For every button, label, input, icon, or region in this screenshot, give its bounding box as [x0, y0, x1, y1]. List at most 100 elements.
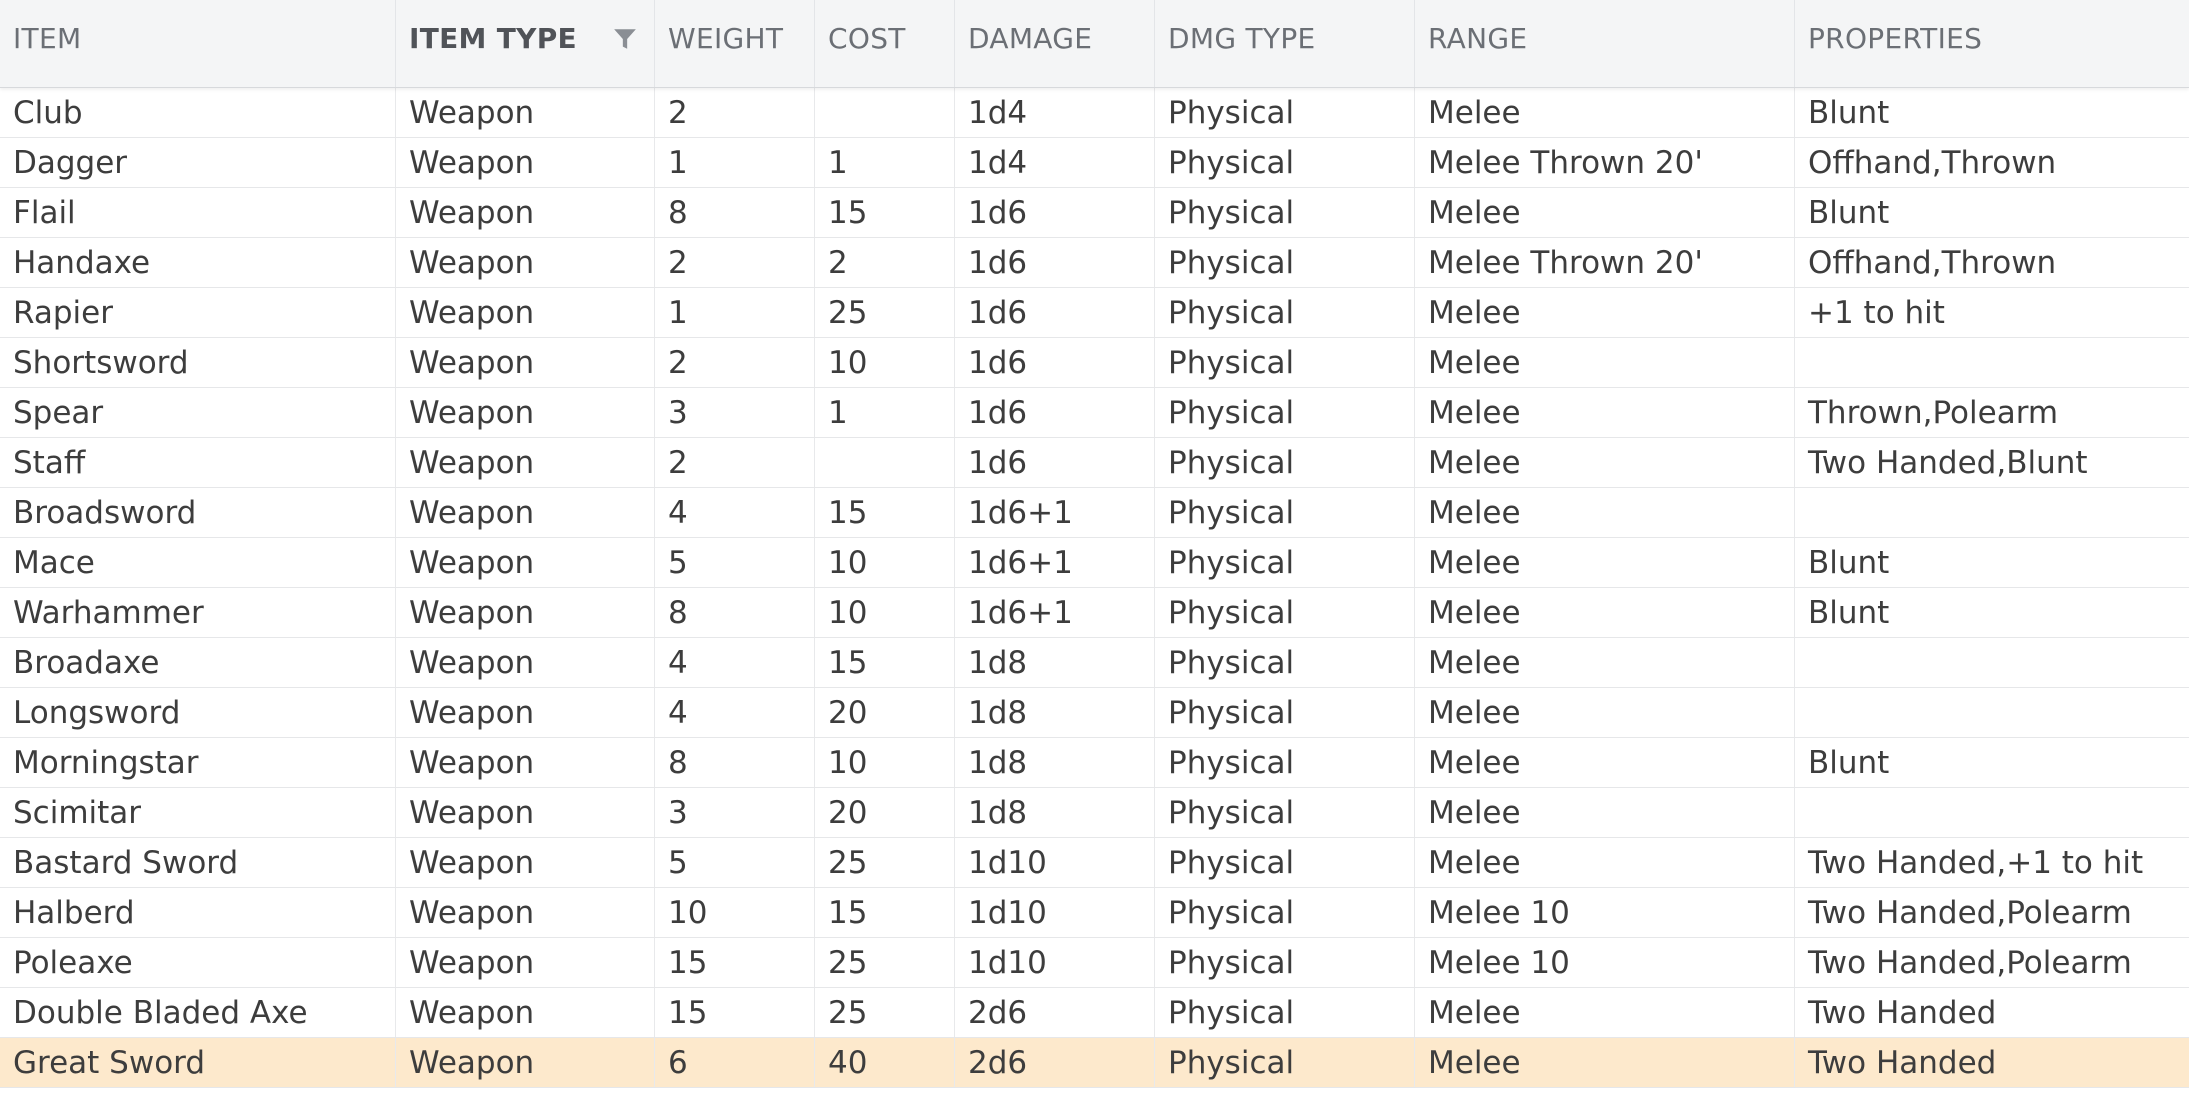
- cell-item[interactable]: Scimitar: [0, 788, 396, 837]
- cell-dmg-type[interactable]: Physical: [1155, 688, 1415, 737]
- cell-item-type[interactable]: Weapon: [396, 238, 655, 287]
- cell-weight[interactable]: 10: [655, 888, 815, 937]
- cell-damage[interactable]: 1d10: [955, 838, 1155, 887]
- cell-damage[interactable]: 1d6: [955, 438, 1155, 487]
- cell-item-type[interactable]: Weapon: [396, 638, 655, 687]
- cell-item[interactable]: Poleaxe: [0, 938, 396, 987]
- cell-dmg-type[interactable]: Physical: [1155, 188, 1415, 237]
- cell-item-type[interactable]: Weapon: [396, 138, 655, 187]
- cell-range[interactable]: Melee: [1415, 588, 1795, 637]
- cell-dmg-type[interactable]: Physical: [1155, 488, 1415, 537]
- cell-range[interactable]: Melee: [1415, 788, 1795, 837]
- cell-item[interactable]: Flail: [0, 188, 396, 237]
- table-row[interactable]: Spear Weapon 3 1 1d6 Physical Melee Thrown,Pole…: [0, 388, 2189, 438]
- table-row[interactable]: Scimitar Weapon 3 20 1d8 Physical Melee: [0, 788, 2189, 838]
- cell-range[interactable]: Melee: [1415, 88, 1795, 137]
- cell-range[interactable]: Melee: [1415, 538, 1795, 587]
- cell-damage[interactable]: 1d6: [955, 338, 1155, 387]
- cell-item-type[interactable]: Weapon: [396, 788, 655, 837]
- cell-weight[interactable]: 5: [655, 838, 815, 887]
- cell-item[interactable]: Broadaxe: [0, 638, 396, 687]
- cell-dmg-type[interactable]: Physical: [1155, 88, 1415, 137]
- column-header-properties[interactable]: PROPERTIES: [1795, 0, 2189, 87]
- cell-properties[interactable]: Offhand,Thrown: [1795, 238, 2189, 287]
- cell-item-type[interactable]: Weapon: [396, 838, 655, 887]
- table-row[interactable]: Club Weapon 2 1d4 Physical Melee Blunt: [0, 88, 2189, 138]
- cell-properties[interactable]: [1795, 688, 2189, 737]
- column-header-dmg-type[interactable]: DMG TYPE: [1155, 0, 1415, 87]
- cell-dmg-type[interactable]: Physical: [1155, 738, 1415, 787]
- cell-dmg-type[interactable]: Physical: [1155, 338, 1415, 387]
- cell-properties[interactable]: Two Handed,Polearm: [1795, 938, 2189, 987]
- cell-damage[interactable]: 2d6: [955, 1038, 1155, 1087]
- cell-properties[interactable]: Blunt: [1795, 588, 2189, 637]
- column-header-damage[interactable]: DAMAGE: [955, 0, 1155, 87]
- cell-item[interactable]: Handaxe: [0, 238, 396, 287]
- cell-weight[interactable]: 4: [655, 688, 815, 737]
- cell-cost[interactable]: 15: [815, 188, 955, 237]
- cell-properties[interactable]: [1795, 788, 2189, 837]
- cell-damage[interactable]: 1d6: [955, 388, 1155, 437]
- cell-cost[interactable]: 1: [815, 138, 955, 187]
- cell-item-type[interactable]: Weapon: [396, 538, 655, 587]
- cell-cost[interactable]: 25: [815, 838, 955, 887]
- cell-dmg-type[interactable]: Physical: [1155, 138, 1415, 187]
- cell-cost[interactable]: 20: [815, 788, 955, 837]
- cell-item[interactable]: Double Bladed Axe: [0, 988, 396, 1037]
- cell-range[interactable]: Melee: [1415, 1038, 1795, 1087]
- table-row[interactable]: Poleaxe Weapon 15 25 1d10 Physical Melee 10 Two…: [0, 938, 2189, 988]
- cell-item-type[interactable]: Weapon: [396, 988, 655, 1037]
- cell-cost[interactable]: 10: [815, 338, 955, 387]
- cell-item-type[interactable]: Weapon: [396, 588, 655, 637]
- cell-item-type[interactable]: Weapon: [396, 1038, 655, 1087]
- cell-damage[interactable]: 2d6: [955, 988, 1155, 1037]
- cell-dmg-type[interactable]: Physical: [1155, 988, 1415, 1037]
- table-row[interactable]: Mace Weapon 5 10 1d6+1 Physical Melee Blunt: [0, 538, 2189, 588]
- cell-range[interactable]: Melee: [1415, 388, 1795, 437]
- cell-dmg-type[interactable]: Physical: [1155, 1038, 1415, 1087]
- table-row[interactable]: Shortsword Weapon 2 10 1d6 Physical Melee: [0, 338, 2189, 388]
- table-row[interactable]: Double Bladed Axe Weapon 15 25 2d6 Physical Me…: [0, 988, 2189, 1038]
- cell-properties[interactable]: Blunt: [1795, 88, 2189, 137]
- cell-item-type[interactable]: Weapon: [396, 738, 655, 787]
- cell-range[interactable]: Melee 10: [1415, 888, 1795, 937]
- cell-dmg-type[interactable]: Physical: [1155, 638, 1415, 687]
- cell-cost[interactable]: 10: [815, 538, 955, 587]
- cell-weight[interactable]: 6: [655, 1038, 815, 1087]
- cell-properties[interactable]: Two Handed: [1795, 988, 2189, 1037]
- cell-item[interactable]: Club: [0, 88, 396, 137]
- cell-weight[interactable]: 4: [655, 488, 815, 537]
- table-row[interactable]: Warhammer Weapon 8 10 1d6+1 Physical Melee Blun…: [0, 588, 2189, 638]
- cell-damage[interactable]: 1d6+1: [955, 488, 1155, 537]
- cell-dmg-type[interactable]: Physical: [1155, 238, 1415, 287]
- cell-dmg-type[interactable]: Physical: [1155, 938, 1415, 987]
- cell-item[interactable]: Morningstar: [0, 738, 396, 787]
- cell-item[interactable]: Longsword: [0, 688, 396, 737]
- table-row[interactable]: Halberd Weapon 10 15 1d10 Physical Melee 10 Two…: [0, 888, 2189, 938]
- cell-item-type[interactable]: Weapon: [396, 938, 655, 987]
- cell-item-type[interactable]: Weapon: [396, 688, 655, 737]
- cell-range[interactable]: Melee: [1415, 638, 1795, 687]
- table-row[interactable]: Staff Weapon 2 1d6 Physical Melee Two Handed,B…: [0, 438, 2189, 488]
- cell-range[interactable]: Melee Thrown 20': [1415, 238, 1795, 287]
- cell-damage[interactable]: 1d6+1: [955, 538, 1155, 587]
- cell-range[interactable]: Melee: [1415, 488, 1795, 537]
- cell-weight[interactable]: 15: [655, 988, 815, 1037]
- cell-item[interactable]: Staff: [0, 438, 396, 487]
- cell-weight[interactable]: 8: [655, 588, 815, 637]
- cell-weight[interactable]: 2: [655, 238, 815, 287]
- cell-damage[interactable]: 1d6: [955, 188, 1155, 237]
- cell-item-type[interactable]: Weapon: [396, 188, 655, 237]
- cell-properties[interactable]: Blunt: [1795, 188, 2189, 237]
- cell-damage[interactable]: 1d10: [955, 938, 1155, 987]
- cell-dmg-type[interactable]: Physical: [1155, 388, 1415, 437]
- cell-weight[interactable]: 3: [655, 788, 815, 837]
- cell-cost[interactable]: 40: [815, 1038, 955, 1087]
- cell-cost[interactable]: 15: [815, 888, 955, 937]
- cell-item[interactable]: Bastard Sword: [0, 838, 396, 887]
- cell-weight[interactable]: 2: [655, 88, 815, 137]
- table-row-selected[interactable]: Great Sword Weapon 6 40 2d6 Physical Melee Two …: [0, 1038, 2189, 1088]
- cell-damage[interactable]: 1d8: [955, 638, 1155, 687]
- cell-item-type[interactable]: Weapon: [396, 388, 655, 437]
- cell-range[interactable]: Melee: [1415, 738, 1795, 787]
